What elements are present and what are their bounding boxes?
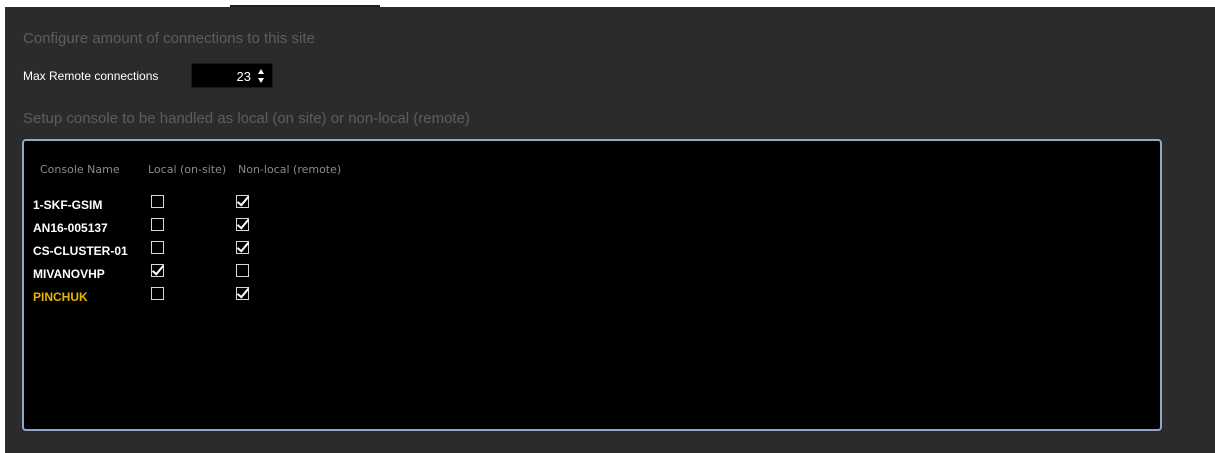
checkmark-icon <box>236 216 250 230</box>
spin-down-icon[interactable] <box>258 78 264 83</box>
local-checkbox[interactable] <box>151 218 164 231</box>
local-checkbox[interactable] <box>151 241 164 254</box>
console-name: 1-SKF-GSIM <box>33 198 103 212</box>
table-row: AN16-005137 <box>24 216 424 237</box>
remote-checkbox[interactable] <box>236 264 249 277</box>
table-row: MIVANOVHP <box>24 262 424 283</box>
console-table: Console Name Local (on-site) Non-local (… <box>22 139 1162 431</box>
local-checkbox[interactable] <box>151 287 164 300</box>
local-checkbox[interactable] <box>151 195 164 208</box>
column-header-console-name: Console Name <box>40 163 120 176</box>
spin-up-icon[interactable] <box>258 69 264 74</box>
checkmark-icon <box>236 285 250 299</box>
connections-heading: Configure amount of connections to this … <box>23 30 315 47</box>
checkmark-icon <box>236 239 250 253</box>
max-remote-value[interactable]: 23 <box>237 69 251 84</box>
max-remote-spinner[interactable]: 23 <box>191 63 273 88</box>
table-row: PINCHUK <box>24 285 424 306</box>
site-connections-frame: Configure amount of connections to this … <box>0 0 1215 453</box>
local-checkbox[interactable] <box>151 262 165 277</box>
column-header-local: Local (on-site) <box>148 163 227 176</box>
table-row: CS-CLUSTER-01 <box>24 239 424 260</box>
console-name: CS-CLUSTER-01 <box>33 244 128 258</box>
checkmark-icon <box>151 262 165 276</box>
table-row: 1-SKF-GSIM <box>24 193 424 214</box>
remote-checkbox[interactable] <box>236 193 250 208</box>
top-strip <box>0 0 1215 7</box>
up-down-arrows-icon[interactable] <box>257 67 267 85</box>
console-name: PINCHUK <box>33 290 88 304</box>
remote-checkbox[interactable] <box>236 216 250 231</box>
checkmark-icon <box>236 193 250 207</box>
max-remote-label: Max Remote connections <box>23 69 159 83</box>
remote-checkbox[interactable] <box>236 239 250 254</box>
console-heading: Setup console to be handled as local (on… <box>23 110 470 127</box>
console-name: AN16-005137 <box>33 221 108 235</box>
console-name: MIVANOVHP <box>33 267 105 281</box>
column-header-remote: Non-local (remote) <box>238 163 342 176</box>
remote-checkbox[interactable] <box>236 285 250 300</box>
